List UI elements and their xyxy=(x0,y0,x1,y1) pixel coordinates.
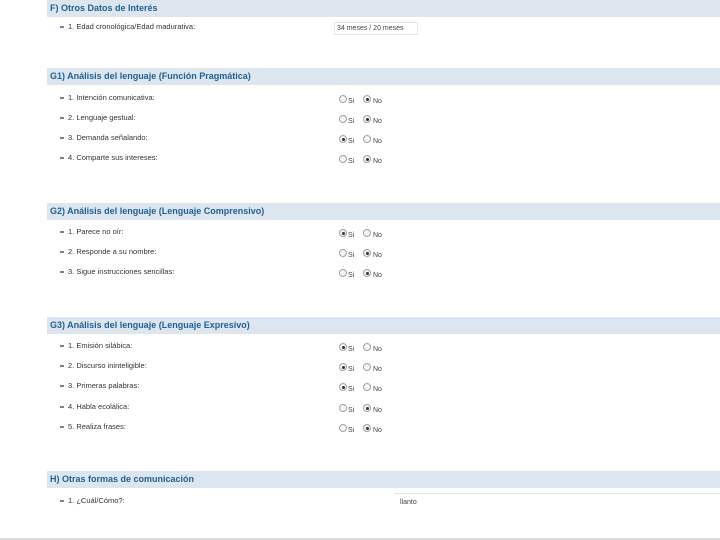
row-bullet xyxy=(60,251,64,253)
sigue-instrucciones-label: 3. Sigue instrucciones sencillas: xyxy=(68,267,175,276)
row-bullet xyxy=(60,406,64,408)
section-g2-header: G2) Análisis del lenguaje (Lenguaje Comp… xyxy=(47,203,720,220)
si-label: Si xyxy=(348,407,355,414)
row-bullet xyxy=(60,231,64,233)
comparte-intereses-no-radio[interactable] xyxy=(363,155,371,163)
field-top-border xyxy=(394,493,720,494)
row-bullet xyxy=(60,117,64,119)
responde-nombre-no-radio[interactable] xyxy=(363,249,371,257)
no-label: No xyxy=(373,386,382,393)
row-bullet xyxy=(60,500,64,502)
discurso-ininteligible-label: 2. Discurso ininteligible: xyxy=(68,361,147,370)
edad-input[interactable]: 34 meses / 20 meses xyxy=(334,22,418,35)
si-label: Si xyxy=(348,386,355,393)
section-g1-header: G1) Análisis del lenguaje (Función Pragm… xyxy=(47,68,720,85)
cual-como-label: 1. ¿Cuál/Cómo?: xyxy=(68,496,125,505)
intencion-comunicativa-label: 1. Intención comunicativa: xyxy=(68,93,155,102)
emision-silabica-label: 1. Emisión silábica: xyxy=(68,341,133,350)
si-label: Si xyxy=(348,158,355,165)
realiza-frases-no-radio[interactable] xyxy=(363,424,371,432)
intencion-comunicativa-si-radio[interactable] xyxy=(339,95,347,103)
no-label: No xyxy=(373,366,382,373)
section-h-header: H) Otras formas de comunicación xyxy=(47,471,720,488)
row-bullet xyxy=(60,426,64,428)
row-bullet xyxy=(60,26,64,28)
row-bullet xyxy=(60,157,64,159)
parece-no-oir-si-radio[interactable] xyxy=(339,229,347,237)
section-f-header: F) Otros Datos de Interés xyxy=(47,0,720,17)
lenguaje-gestual-no-radio[interactable] xyxy=(363,115,371,123)
si-label: Si xyxy=(348,366,355,373)
emision-silabica-si-radio[interactable] xyxy=(339,343,347,351)
sigue-instrucciones-no-radio[interactable] xyxy=(363,269,371,277)
lenguaje-gestual-label: 2. Lenguaje gestual: xyxy=(68,113,136,122)
demanda-senalando-si-radio[interactable] xyxy=(339,135,347,143)
si-label: Si xyxy=(348,272,355,279)
comparte-intereses-label: 4. Comparte sus intereses: xyxy=(68,153,158,162)
row-bullet xyxy=(60,137,64,139)
responde-nombre-si-radio[interactable] xyxy=(339,249,347,257)
no-label: No xyxy=(373,427,382,434)
lenguaje-gestual-si-radio[interactable] xyxy=(339,115,347,123)
demanda-senalando-no-radio[interactable] xyxy=(363,135,371,143)
parece-no-oir-label: 1. Parece no oír: xyxy=(68,227,124,236)
parece-no-oir-no-radio[interactable] xyxy=(363,229,371,237)
sigue-instrucciones-si-radio[interactable] xyxy=(339,269,347,277)
realiza-frases-si-radio[interactable] xyxy=(339,424,347,432)
edad-label: 1. Edad cronológica/Edad madurativa: xyxy=(68,22,196,31)
realiza-frases-label: 5. Realiza frases: xyxy=(68,422,126,431)
row-bullet xyxy=(60,271,64,273)
discurso-ininteligible-no-radio[interactable] xyxy=(363,363,371,371)
habla-ecolalica-no-radio[interactable] xyxy=(363,404,371,412)
no-label: No xyxy=(373,232,382,239)
section-g3-header: G3) Análisis del lenguaje (Lenguaje Expr… xyxy=(47,317,720,334)
habla-ecolalica-si-radio[interactable] xyxy=(339,404,347,412)
no-label: No xyxy=(373,272,382,279)
comparte-intereses-si-radio[interactable] xyxy=(339,155,347,163)
si-label: Si xyxy=(348,118,355,125)
row-bullet xyxy=(60,345,64,347)
habla-ecolalica-label: 4. Habla ecolálica: xyxy=(68,402,130,411)
primeras-palabras-label: 3. Primeras palabras: xyxy=(68,381,140,390)
emision-silabica-no-radio[interactable] xyxy=(363,343,371,351)
intencion-comunicativa-no-radio[interactable] xyxy=(363,95,371,103)
no-label: No xyxy=(373,98,382,105)
no-label: No xyxy=(373,346,382,353)
no-label: No xyxy=(373,158,382,165)
demanda-senalando-label: 3. Demanda señalando: xyxy=(68,133,148,142)
si-label: Si xyxy=(348,346,355,353)
no-label: No xyxy=(373,407,382,414)
si-label: Si xyxy=(348,98,355,105)
primeras-palabras-no-radio[interactable] xyxy=(363,383,371,391)
no-label: No xyxy=(373,138,382,145)
responde-nombre-label: 2. Responde a su nombre: xyxy=(68,247,157,256)
row-bullet xyxy=(60,97,64,99)
si-label: Si xyxy=(348,427,355,434)
cual-como-value[interactable]: llanto xyxy=(400,498,417,507)
primeras-palabras-si-radio[interactable] xyxy=(339,383,347,391)
si-label: Si xyxy=(348,232,355,239)
no-label: No xyxy=(373,118,382,125)
si-label: Si xyxy=(348,252,355,259)
row-bullet xyxy=(60,365,64,367)
discurso-ininteligible-si-radio[interactable] xyxy=(339,363,347,371)
si-label: Si xyxy=(348,138,355,145)
no-label: No xyxy=(373,252,382,259)
row-bullet xyxy=(60,385,64,387)
